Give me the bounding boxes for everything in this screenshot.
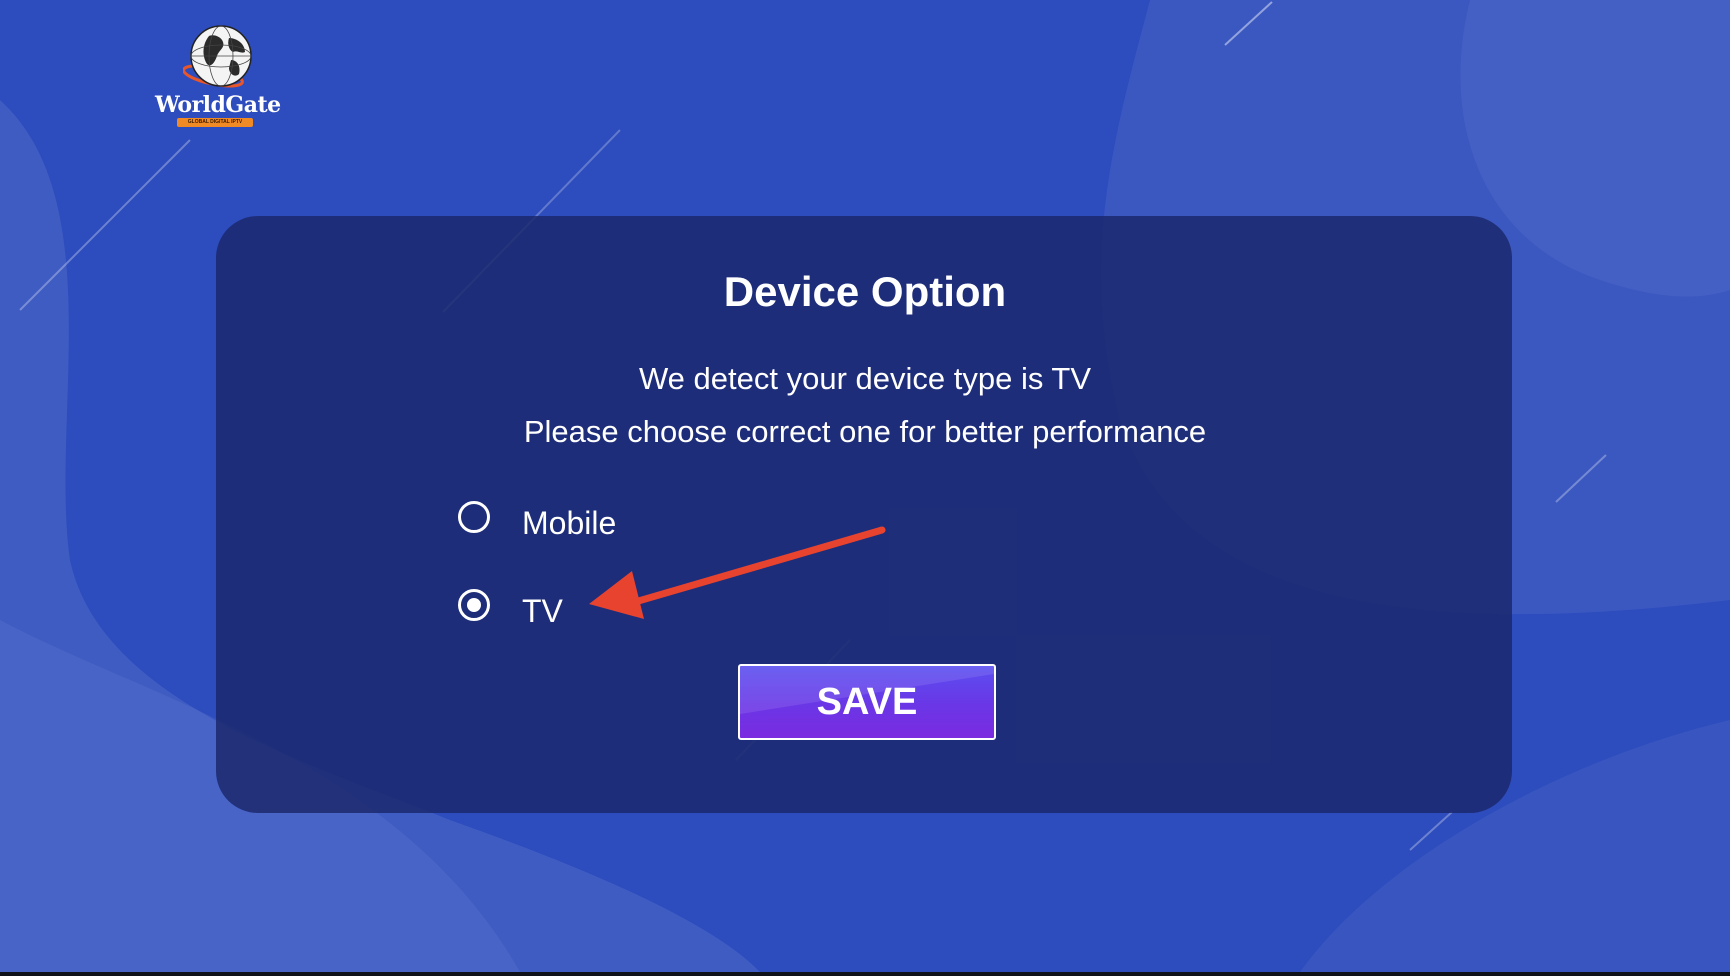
bottom-strip	[0, 972, 1730, 976]
radio-tv[interactable]	[458, 589, 490, 621]
logo-tagline: GLOBAL DIGITAL IPTV	[177, 118, 253, 127]
red-arrow-annotation	[589, 526, 886, 619]
globe-icon	[183, 25, 252, 88]
option-tv[interactable]: TV	[458, 583, 563, 629]
option-tv-label: TV	[522, 593, 563, 629]
device-option-screen: WorldGate GLOBAL DIGITAL IPTV Device Opt…	[0, 0, 1730, 972]
detect-message: We detect your device type is TV	[638, 361, 1091, 396]
choose-message: Please choose correct one for better per…	[523, 414, 1207, 449]
save-button[interactable]: SAVE	[738, 664, 996, 740]
logo-name: WorldGate	[155, 92, 281, 118]
radio-mobile[interactable]	[458, 501, 490, 533]
dialog-title: Device Option	[723, 268, 1007, 315]
radio-selected-dot	[467, 598, 481, 612]
save-button-label: SAVE	[816, 681, 918, 723]
worldgate-logo: WorldGate GLOBAL DIGITAL IPTV	[155, 24, 281, 128]
